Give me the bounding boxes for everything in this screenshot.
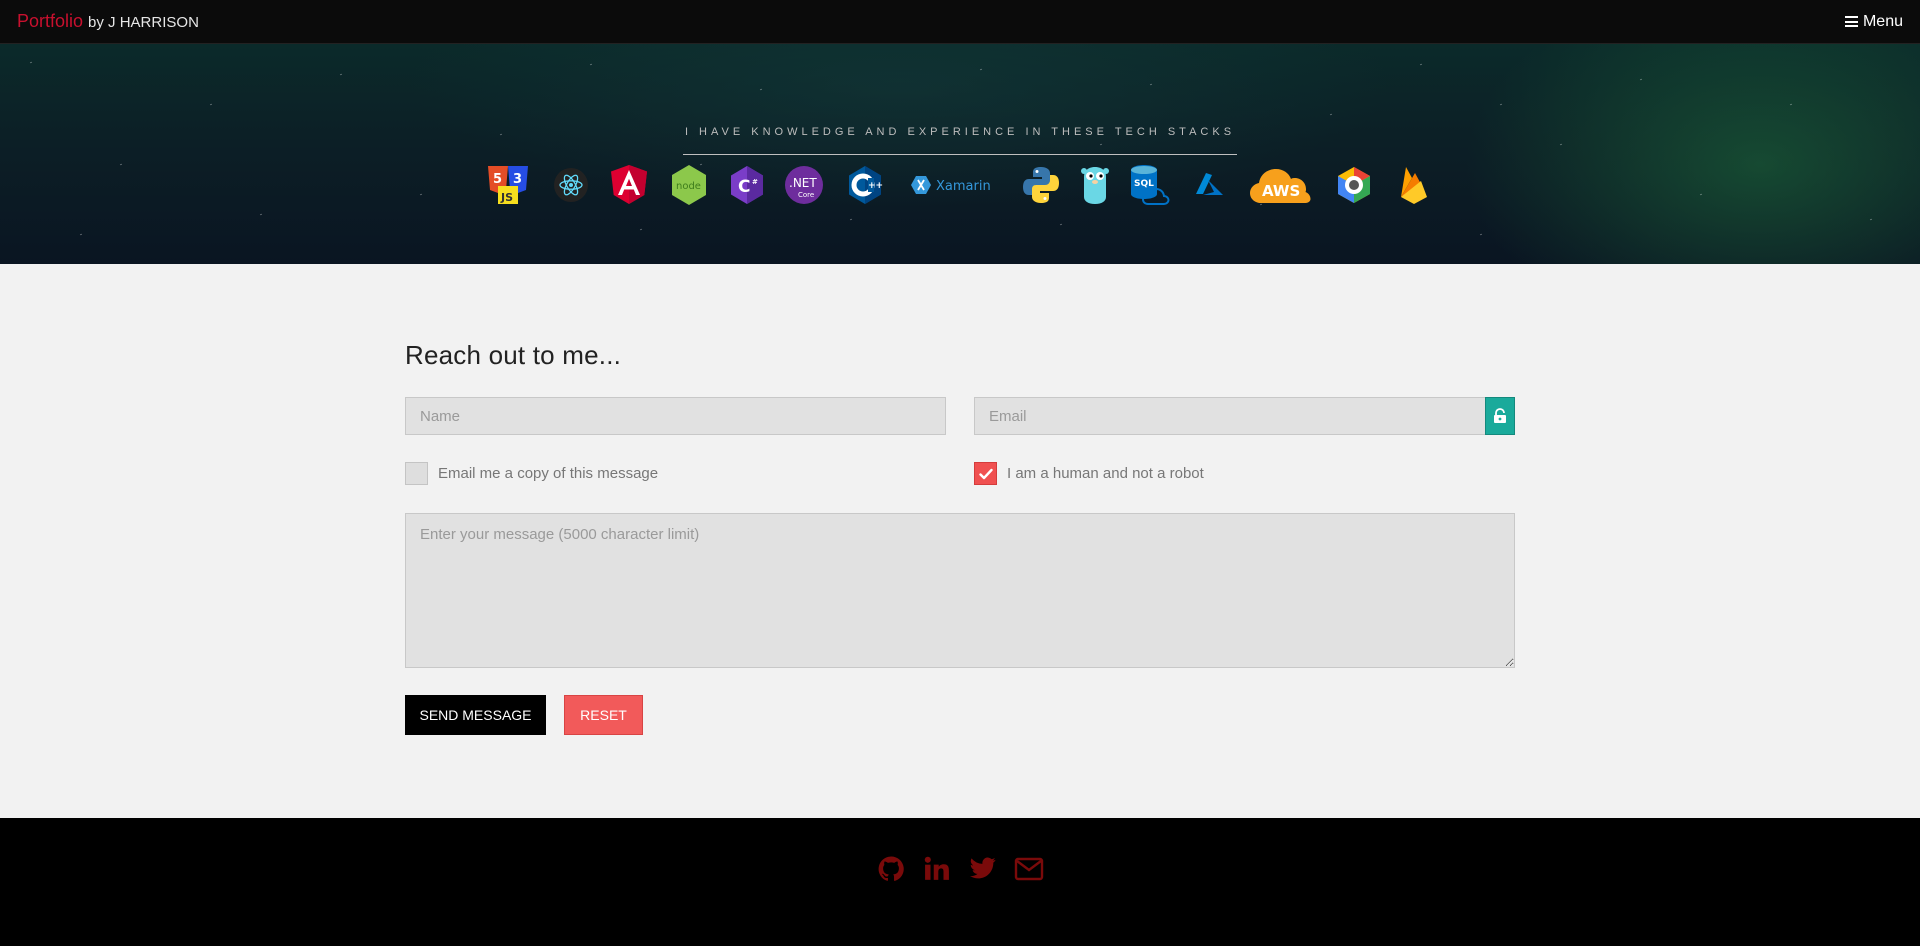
contact-heading: Reach out to me... bbox=[405, 340, 622, 370]
tech-hero-banner: I HAVE KNOWLEDGE AND EXPERIENCE IN THESE… bbox=[0, 44, 1920, 264]
lock-icon bbox=[1494, 408, 1506, 423]
tech-stack-tagline: I HAVE KNOWLEDGE AND EXPERIENCE IN THESE… bbox=[684, 126, 1236, 138]
email-link[interactable] bbox=[1014, 854, 1044, 884]
tagline-divider bbox=[683, 154, 1237, 155]
svg-text:.NET: .NET bbox=[789, 176, 817, 190]
svg-text:Xamarin: Xamarin bbox=[936, 179, 991, 194]
svg-text:++: ++ bbox=[868, 181, 883, 191]
svg-text:#: # bbox=[752, 178, 758, 186]
aws-icon: AWS bbox=[1248, 162, 1312, 208]
react-icon bbox=[551, 162, 591, 208]
svg-text:SQL: SQL bbox=[1134, 179, 1154, 189]
menu-label: Menu bbox=[1862, 12, 1903, 30]
dotnet-core-icon: .NET Core bbox=[783, 162, 825, 208]
html5-css3-js-icon: 5 3 JS bbox=[485, 162, 531, 208]
brand-logo[interactable]: Portfolio by J HARRISON bbox=[17, 11, 199, 32]
brand-accent: Portfolio bbox=[17, 11, 84, 31]
email-copy-checkbox[interactable] bbox=[405, 462, 428, 485]
svg-text:JS: JS bbox=[500, 191, 513, 204]
hamburger-icon bbox=[1844, 16, 1858, 27]
aws-label: AWS bbox=[1262, 182, 1300, 200]
csharp-icon: C # bbox=[727, 162, 767, 208]
svg-text:5: 5 bbox=[493, 172, 502, 187]
brand-author: by J HARRISON bbox=[88, 14, 199, 31]
svg-text:3: 3 bbox=[513, 172, 522, 187]
send-message-button[interactable]: SEND MESSAGE bbox=[405, 695, 546, 735]
linkedin-link[interactable] bbox=[922, 854, 952, 884]
linkedin-icon bbox=[924, 856, 949, 880]
message-textarea[interactable] bbox=[405, 513, 1515, 668]
node-label: node bbox=[676, 181, 701, 192]
twitter-link[interactable] bbox=[968, 854, 998, 884]
angular-icon bbox=[609, 162, 649, 208]
email-lock-button[interactable] bbox=[1485, 397, 1515, 435]
cplusplus-icon: ++ bbox=[845, 162, 885, 208]
svg-text:Core: Core bbox=[798, 191, 814, 199]
email-copy-label: Email me a copy of this message bbox=[438, 465, 659, 482]
footer bbox=[0, 818, 1920, 946]
python-icon bbox=[1020, 162, 1062, 208]
human-label: I am a human and not a robot bbox=[1007, 465, 1204, 482]
twitter-icon bbox=[970, 857, 996, 879]
tech-stack-icon-row: 5 3 JS node C # .NET Core ++ Xamarin SQL… bbox=[0, 162, 1920, 208]
nodejs-icon: node bbox=[668, 162, 710, 208]
email-copy-option[interactable]: Email me a copy of this message bbox=[405, 462, 658, 485]
azure-icon bbox=[1192, 162, 1226, 208]
firebase-icon bbox=[1398, 162, 1430, 208]
github-link[interactable] bbox=[876, 854, 906, 884]
social-links bbox=[0, 854, 1920, 884]
azure-sql-icon: SQL bbox=[1128, 162, 1170, 208]
xamarin-icon: Xamarin bbox=[910, 162, 994, 208]
checkmark-icon bbox=[978, 468, 993, 479]
github-icon bbox=[878, 856, 904, 881]
top-navbar: Portfolio by J HARRISON Menu bbox=[0, 0, 1920, 44]
email-input[interactable] bbox=[974, 397, 1486, 435]
reset-button[interactable]: RESET bbox=[564, 695, 643, 735]
human-checkbox[interactable] bbox=[974, 462, 997, 485]
menu-button[interactable]: Menu bbox=[1844, 12, 1903, 31]
contact-form: Reach out to me... Email me a copy of th… bbox=[405, 340, 1515, 735]
svg-text:C: C bbox=[738, 177, 750, 197]
human-verification-option[interactable]: I am a human and not a robot bbox=[974, 462, 1204, 485]
envelope-icon bbox=[1014, 857, 1044, 881]
name-input[interactable] bbox=[405, 397, 946, 435]
google-cloud-icon bbox=[1333, 162, 1375, 208]
golang-gopher-icon bbox=[1078, 162, 1112, 208]
